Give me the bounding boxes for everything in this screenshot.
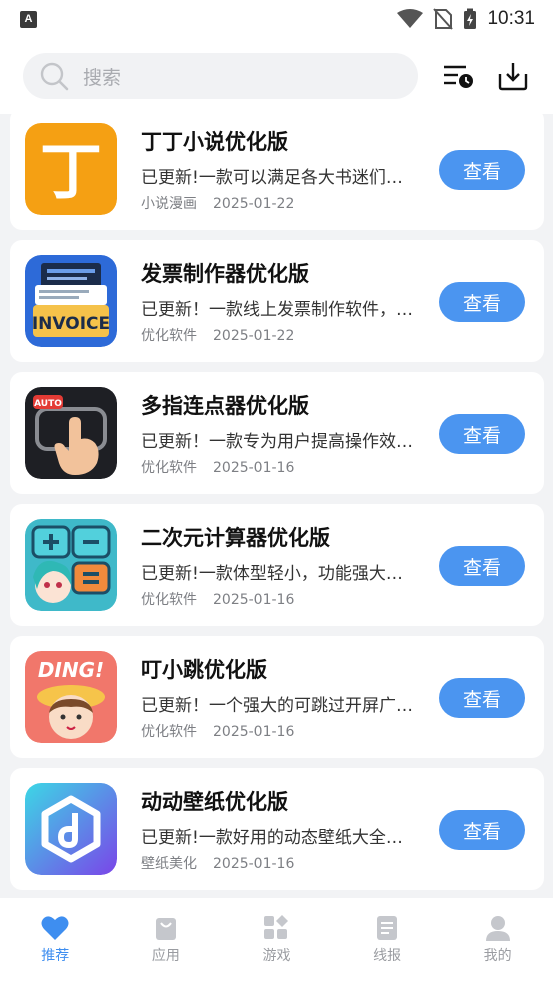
status-bar: A 10:31 <box>0 0 553 38</box>
view-button[interactable]: 查看 <box>439 150 525 190</box>
invoice-app-icon: INVOICE <box>25 255 117 347</box>
tab-label: 应用 <box>151 948 180 964</box>
tab-recommend[interactable]: 推荐 <box>0 898 111 983</box>
app-category: 优化软件 <box>141 328 197 344</box>
wallpaper-app-icon <box>25 783 117 875</box>
dingding-icon-glyph: 丁 <box>40 135 102 208</box>
search-icon <box>40 62 69 91</box>
history-button[interactable] <box>440 58 476 94</box>
auto-icon-glyph: AUTO <box>34 399 62 409</box>
app-date: 2025-01-16 <box>213 460 295 476</box>
app-date: 2025-01-22 <box>213 328 295 344</box>
app-name: 动动壁纸优化版 <box>141 790 288 814</box>
app-name: 发票制作器优化版 <box>141 262 309 286</box>
bottom-nav: 推荐 应用 游戏 线报 我的 <box>0 898 553 983</box>
tab-news[interactable]: 线报 <box>332 898 443 983</box>
view-button[interactable]: 查看 <box>439 282 525 322</box>
battery-charging-icon <box>464 8 477 29</box>
app-description: 已更新！一款线上发票制作软件，操作简单 <box>141 300 419 320</box>
dingding-app-icon: 丁 <box>25 123 117 215</box>
user-icon <box>485 916 510 941</box>
history-list-icon <box>443 65 473 88</box>
app-name: 叮小跳优化版 <box>141 658 267 682</box>
download-button[interactable] <box>495 58 531 94</box>
header: 搜索 <box>0 38 553 114</box>
app-name: 二次元计算器优化版 <box>141 526 330 550</box>
no-sim-icon <box>433 8 454 30</box>
ding-icon-glyph: DING! <box>38 658 104 682</box>
app-date: 2025-01-16 <box>213 592 295 608</box>
news-icon <box>377 916 398 940</box>
auto-clicker-app-icon: AUTO <box>25 387 117 479</box>
app-description: 已更新！一款专为用户提高操作效率的连点工具 <box>141 432 419 452</box>
list-item[interactable]: AUTO 多指连点器优化版 已更新！一款专为用户提高操作效率的连点工具 优化软件… <box>10 372 544 494</box>
bag-icon <box>155 918 176 940</box>
anime-calculator-app-icon <box>25 519 117 611</box>
list-item[interactable]: INVOICE 发票制作器优化版 已更新！一款线上发票制作软件，操作简单 优化软… <box>10 240 544 362</box>
wifi-icon <box>397 9 424 28</box>
list-item[interactable]: 丁 丁丁小说优化版 已更新!一款可以满足各大书迷们需求的小说阅读软件 小说漫画 2… <box>10 114 544 230</box>
tab-label: 游戏 <box>262 948 291 964</box>
app-name: 丁丁小说优化版 <box>141 130 288 154</box>
download-icon <box>499 63 528 91</box>
app-category: 优化软件 <box>141 592 197 608</box>
app-description: 已更新!一款好用的动态壁纸大全软件 <box>141 828 419 848</box>
tab-label: 线报 <box>373 948 402 964</box>
tab-apps[interactable]: 应用 <box>111 898 222 983</box>
grid-icon <box>264 915 289 939</box>
search-input[interactable]: 搜索 <box>23 53 418 99</box>
view-button[interactable]: 查看 <box>439 810 525 850</box>
app-description: 已更新!一款可以满足各大书迷们需求的小说阅读软件 <box>141 168 419 188</box>
tab-label: 我的 <box>483 948 512 964</box>
heart-icon <box>41 916 69 940</box>
accessibility-icon: A <box>20 10 37 28</box>
list-item[interactable]: 动动壁纸优化版 已更新!一款好用的动态壁纸大全软件 壁纸美化 2025-01-16… <box>10 768 544 890</box>
tab-label: 推荐 <box>41 948 70 964</box>
app-category: 优化软件 <box>141 460 197 476</box>
app-description: 已更新!一款体型轻小，功能强大的计算器 <box>141 564 419 584</box>
app-category: 壁纸美化 <box>141 856 197 872</box>
invoice-icon-glyph: INVOICE <box>32 314 110 334</box>
app-date: 2025-01-16 <box>213 724 295 740</box>
tab-games[interactable]: 游戏 <box>221 898 332 983</box>
search-placeholder: 搜索 <box>83 66 122 89</box>
app-description: 已更新！一个强大的可跳过开屏广告的工具 <box>141 696 419 716</box>
app-list: 丁 丁丁小说优化版 已更新!一款可以满足各大书迷们需求的小说阅读软件 小说漫画 2… <box>0 114 553 898</box>
tab-profile[interactable]: 我的 <box>442 898 553 983</box>
app-category: 小说漫画 <box>141 196 197 212</box>
clock: 10:31 <box>487 8 535 29</box>
view-button[interactable]: 查看 <box>439 678 525 718</box>
app-date: 2025-01-22 <box>213 196 295 212</box>
view-button[interactable]: 查看 <box>439 546 525 586</box>
app-date: 2025-01-16 <box>213 856 295 872</box>
list-item[interactable]: DING! 叮小跳优化版 已更新！一个强大的可跳过开屏广告的工具 优化软件 202… <box>10 636 544 758</box>
app-name: 多指连点器优化版 <box>141 394 309 418</box>
view-button[interactable]: 查看 <box>439 414 525 454</box>
list-item[interactable]: 二次元计算器优化版 已更新!一款体型轻小，功能强大的计算器 优化软件 2025-0… <box>10 504 544 626</box>
app-category: 优化软件 <box>141 724 197 740</box>
ding-skip-app-icon: DING! <box>25 651 117 743</box>
